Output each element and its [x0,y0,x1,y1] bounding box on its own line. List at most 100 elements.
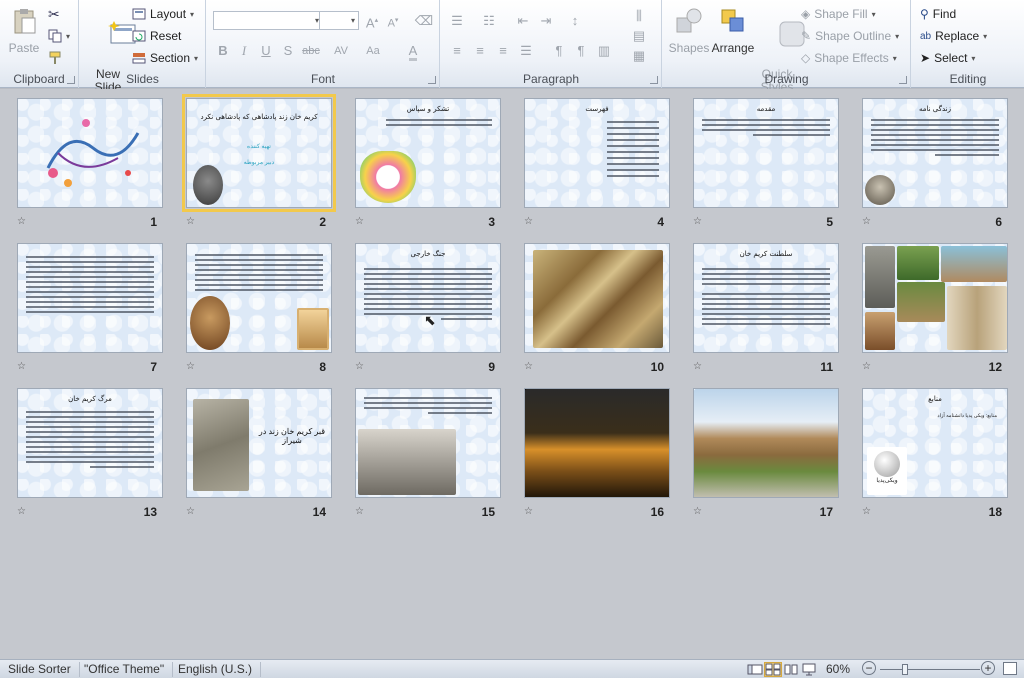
slide-thumbnail-12[interactable] [862,243,1008,353]
copy-button[interactable]: ▾ [48,26,70,46]
shadow-button[interactable]: S [278,41,298,61]
clipboard-launcher[interactable] [67,76,75,84]
font-launcher[interactable] [428,76,436,84]
portrait-image [190,296,230,350]
increase-indent-button[interactable]: ⇥ [536,11,556,31]
paragraph-launcher[interactable] [650,76,658,84]
arrange-button[interactable]: Arrange [711,6,755,55]
format-painter-button[interactable] [48,48,62,68]
change-case-button[interactable]: Aa [363,41,383,61]
zoom-level[interactable]: 60% [826,662,850,676]
drawing-group-label: Drawing [764,72,809,86]
slide-number: 5 [826,215,833,229]
slide-thumbnail-11[interactable]: سلطنت کریم خان [693,243,839,353]
align-center-button[interactable]: ≡ [470,41,490,61]
smartart-button[interactable]: ▦ [629,46,649,66]
columns-button[interactable]: ▥ [594,41,614,61]
font-color-button[interactable]: A [403,41,423,61]
slide-thumbnail-4[interactable]: فهرست [524,98,670,208]
bullets-button[interactable]: ☰ [447,11,467,31]
align-text-button[interactable]: ▤ [629,26,649,46]
slide-thumbnail-3[interactable]: تشکر و سپاس [355,98,501,208]
font-size-input[interactable]: ▾ [319,11,359,30]
italic-button[interactable]: I [234,41,254,61]
transition-star-icon: ☆ [862,361,871,372]
bold-button[interactable]: B [213,41,233,61]
reading-view-button[interactable] [782,662,800,677]
shape-fill-button[interactable]: ◈ Shape Fill ▾ [801,4,876,24]
slide-subtitle-1: تهیه کننده [247,144,271,150]
slide-thumbnail-17[interactable] [693,388,839,498]
fit-to-window-icon[interactable] [1003,662,1017,675]
transition-star-icon: ☆ [355,361,364,372]
font-name-input[interactable]: ▾ [213,11,323,30]
transition-star-icon: ☆ [355,506,364,517]
slide-thumbnail-5[interactable]: مقدمه [693,98,839,208]
clear-formatting-button[interactable]: ⌫ [414,11,434,31]
align-left-button[interactable]: ≡ [447,41,467,61]
slide-thumbnail-8[interactable] [186,243,332,353]
slide-thumbnail-10[interactable] [524,243,670,353]
reset-button[interactable]: Reset [132,26,181,46]
zoom-out-icon[interactable]: − [862,661,876,675]
grow-font-button[interactable]: A▴ [362,11,382,31]
select-button[interactable]: ➤ Select ▾ [920,48,975,68]
section-button[interactable]: Section ▾ [132,48,198,68]
zoom-slider-thumb[interactable] [902,664,908,675]
language-indicator[interactable]: English (U.S.) [170,662,262,677]
text-direction-button[interactable]: ⫼ [629,6,649,26]
slide-thumbnail-1[interactable] [17,98,163,208]
slide-sorter-view-button[interactable] [764,662,782,677]
statue-image [865,246,895,308]
binoculars-icon: ⚲ [920,7,929,21]
zoom-slider-track[interactable] [880,669,980,670]
slide-title: تشکر و سپاس [406,105,450,113]
slide-title: سلطنت کریم خان [739,250,793,258]
shapes-icon [676,8,702,33]
slide-thumbnail-9[interactable]: جنگ خارجی ⬉ [355,243,501,353]
drawing-launcher[interactable] [899,76,907,84]
shape-outline-button[interactable]: ✎ Shape Outline ▾ [801,26,899,46]
strikethrough-button[interactable]: abc [301,41,321,61]
slide-thumbnail-18[interactable]: منابع منابع: ویکی پدیا دانشنامه آزاد ویک… [862,388,1008,498]
clipboard-group: Paste ✂ ▾ Clipboard [0,0,79,88]
ltr-icon: ¶ [577,43,585,58]
slide-thumbnail-15[interactable] [355,388,501,498]
underline-button[interactable]: U [256,41,276,61]
rtl-button[interactable]: ¶ [549,41,569,61]
paste-button[interactable]: Paste [6,6,42,55]
find-button[interactable]: ⚲ Find [920,4,956,24]
character-spacing-button[interactable]: AV [331,41,351,61]
theme-indicator[interactable]: "Office Theme" [76,662,174,677]
shapes-button[interactable]: Shapes [667,6,711,55]
normal-view-button[interactable] [746,662,764,677]
slide-number: 14 [312,505,326,519]
shape-effects-button[interactable]: ◇ Shape Effects ▾ [801,48,897,68]
slide-thumbnail-6[interactable]: زندگی نامه [862,98,1008,208]
slide-sorter-icon [765,663,781,676]
slide-number: 12 [988,360,1002,374]
zoom-in-icon[interactable]: + [981,661,995,675]
calligraphy-image [46,119,140,187]
align-right-button[interactable]: ≡ [493,41,513,61]
numbering-button[interactable]: ☷ [479,11,499,31]
slide-thumbnail-7[interactable] [17,243,163,353]
slide-thumbnail-14[interactable]: قبر کریم خان زند در شیراز [186,388,332,498]
shrink-font-button[interactable]: A▾ [383,11,403,31]
slide-thumbnail-13[interactable]: مرگ کریم خان [17,388,163,498]
slide-thumbnail-2[interactable]: کریم خان زند پادشاهی که پادشاهی نکرد تهی… [182,94,336,212]
ltr-button[interactable]: ¶ [571,41,591,61]
decrease-indent-button[interactable]: ⇤ [513,11,533,31]
justify-button[interactable]: ☰ [516,41,536,61]
slide-thumbnail-16[interactable] [524,388,670,498]
citadel-night-image [525,389,669,497]
slideshow-view-button[interactable] [800,662,818,677]
cut-button[interactable]: ✂ [48,4,60,24]
replace-button[interactable]: ab Replace ▾ [920,26,987,46]
normal-view-icon [747,664,763,675]
courtyard-image [897,282,945,322]
layout-button[interactable]: Layout ▾ [132,4,194,24]
line-spacing-button[interactable]: ↕ [565,11,585,31]
decrease-indent-icon: ⇤ [517,13,529,28]
interior-image [865,312,895,350]
